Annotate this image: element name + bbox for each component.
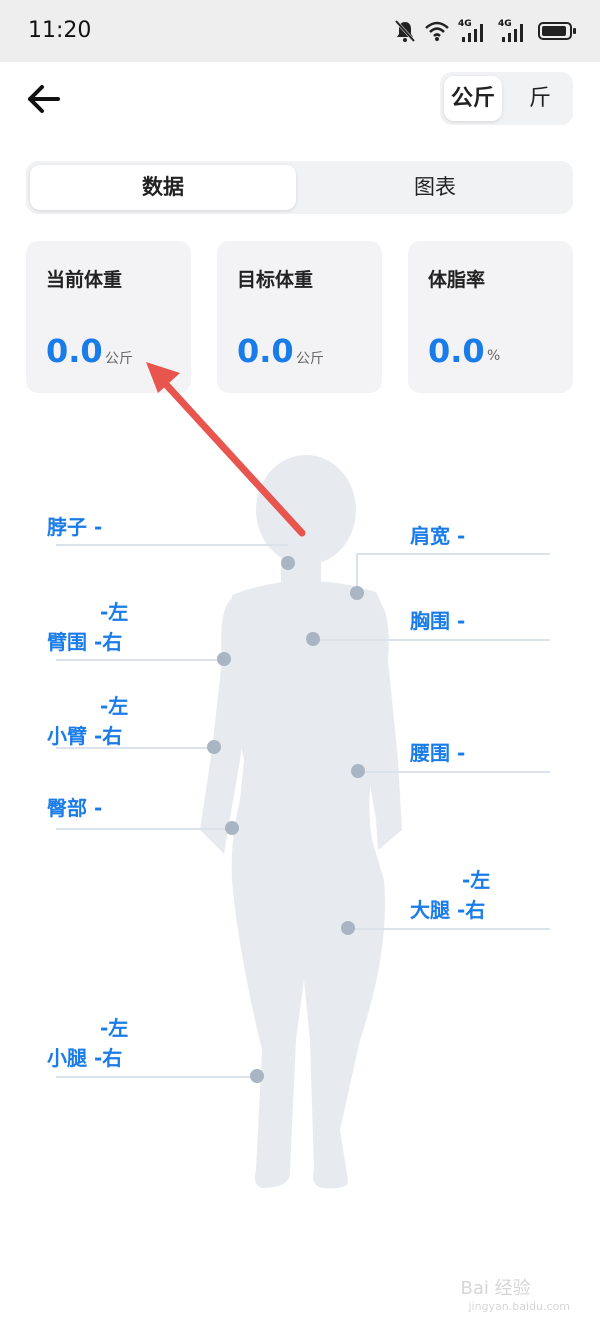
watermark-sub: jingyan.baidu.com xyxy=(468,1300,570,1313)
watermark-text: Bai 经验 xyxy=(460,1278,531,1299)
watermark-logo: Bai 经验 jingyan.baidu.com xyxy=(460,1274,570,1313)
annotation-arrow-icon xyxy=(146,362,306,537)
